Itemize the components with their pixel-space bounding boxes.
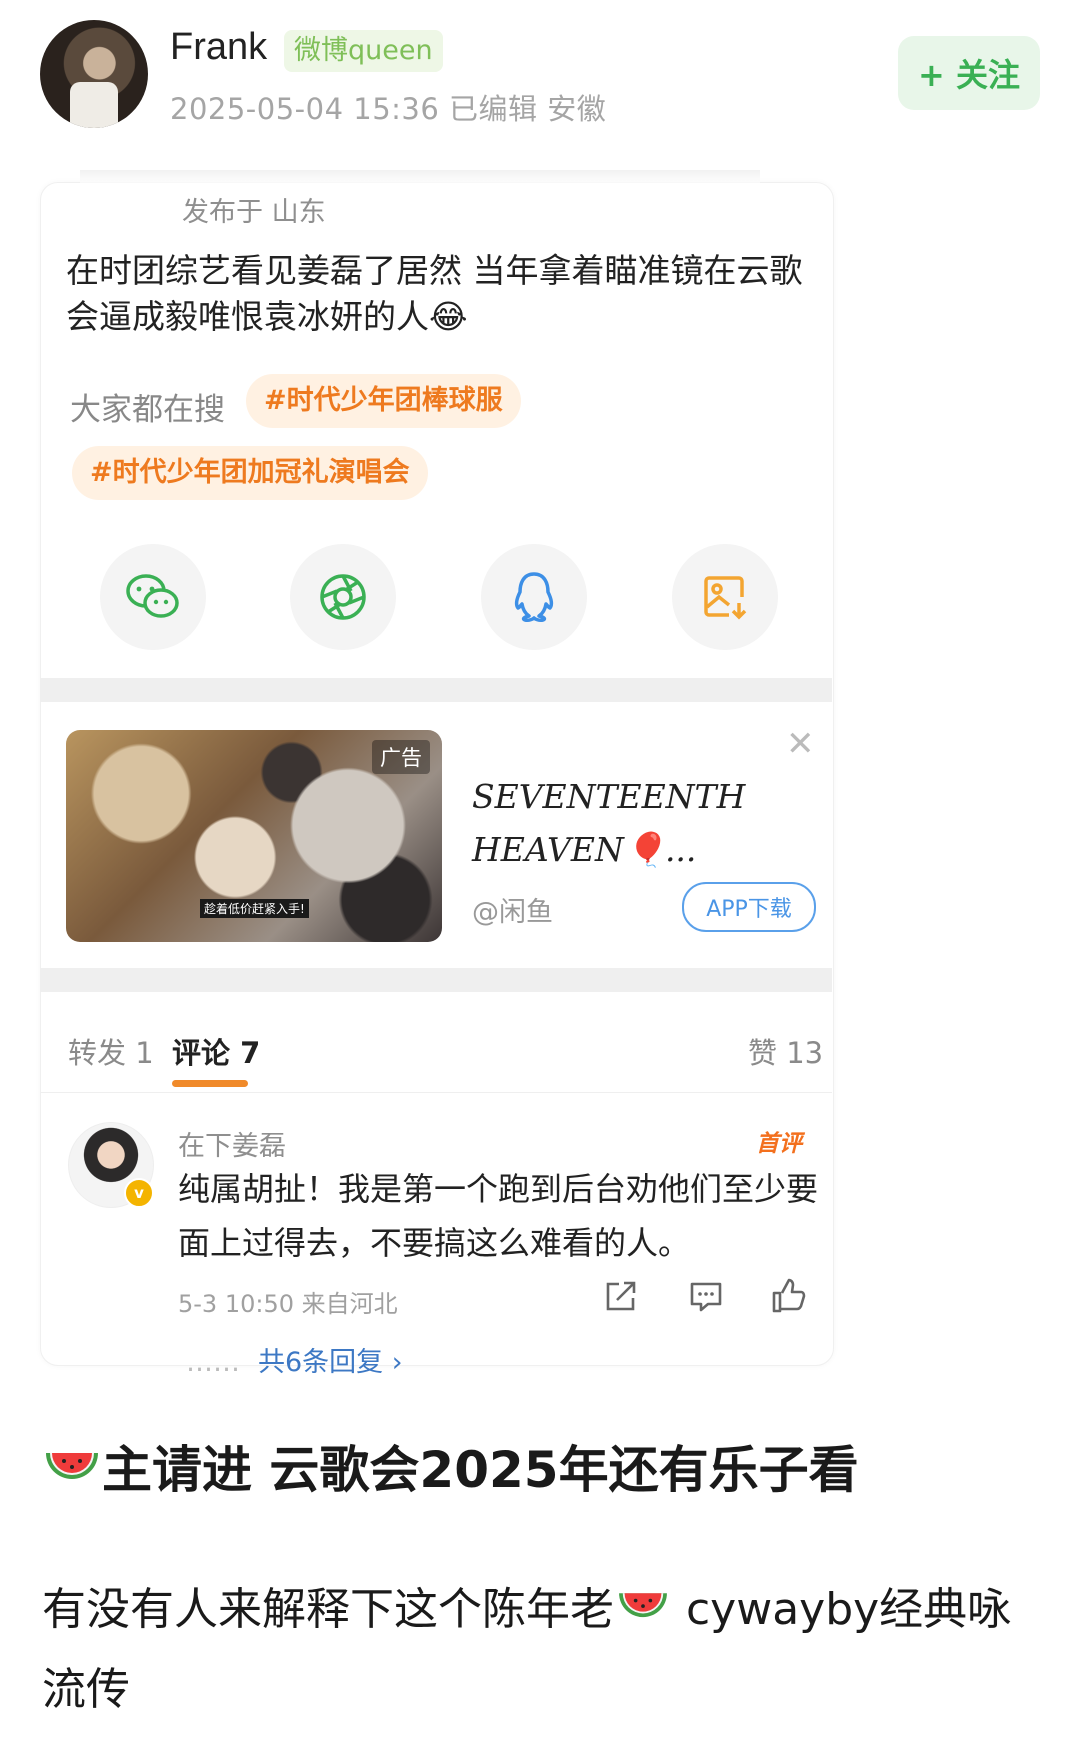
ad-title[interactable]: SEVENTEENTH HEAVEN🎈... (472, 770, 745, 876)
trending-search-label: 大家都在搜 (70, 392, 225, 428)
tab-comments[interactable]: 评论 7 (172, 1030, 260, 1072)
author-avatar[interactable] (40, 20, 148, 128)
moments-icon (320, 574, 366, 620)
trending-tag[interactable]: #时代少年团加冠礼演唱会 (72, 446, 428, 500)
ad-image-caption: 趁着低价赶紧入手! (200, 899, 309, 918)
author-name[interactable]: Frank (170, 26, 267, 69)
post-meta: 2025-05-04 15:36 已编辑 安徽 (170, 92, 607, 126)
card-top-fade (80, 170, 760, 184)
watermelon-icon (46, 1453, 98, 1479)
like-icon[interactable] (768, 1276, 808, 1316)
wechat-icon (126, 574, 179, 618)
follow-button[interactable]: + 关注 (898, 36, 1040, 110)
share-moments-button[interactable] (290, 544, 396, 650)
trending-tag[interactable]: #时代少年团棒球服 (246, 374, 521, 428)
ad-image[interactable]: 广告 趁着低价赶紧入手! (66, 730, 442, 942)
ad-title-line1: SEVENTEENTH (472, 777, 746, 816)
user-badge: 微博queen (284, 30, 443, 72)
comment-text: 纯属胡扯！我是第一个跑到后台劝他们至少要面上过得去，不要搞这么难看的人。 (178, 1170, 819, 1262)
body-text-part1: 有没有人来解释下这个陈年老 (42, 1584, 614, 1635)
share-wechat-button[interactable] (100, 544, 206, 650)
section-divider (40, 968, 832, 992)
posted-location: 发布于 山东 (182, 197, 326, 228)
post-body-text: 有没有人来解释下这个陈年老 cywayby经典咏流传 (42, 1570, 1032, 1730)
share-qq-button[interactable] (481, 544, 587, 650)
tab-repost[interactable]: 转发 1 (68, 1030, 154, 1072)
headline-text: 主请进 云歌会2025年还有乐子看 (102, 1441, 859, 1499)
comment-time: 5-3 10:50 来自河北 (178, 1290, 398, 1318)
first-comment-badge: 首评 (756, 1131, 802, 1157)
watermelon-icon (619, 1593, 667, 1618)
comment-icon[interactable] (686, 1276, 726, 1316)
tab-likes[interactable]: 赞 13 (748, 1030, 823, 1072)
verified-badge-icon: v (124, 1178, 154, 1208)
save-image-icon (704, 576, 747, 620)
post-text: 在时团综艺看见姜磊了居然 当年拿着瞄准镜在云歌会逼成毅唯恨袁冰妍的人😂 (66, 251, 803, 336)
commenter-name[interactable]: 在下姜磊 (178, 1124, 286, 1163)
tab-divider (40, 1092, 832, 1093)
ad-source: @闲鱼 (472, 897, 553, 928)
share-icon[interactable] (601, 1276, 641, 1316)
section-divider (40, 678, 832, 702)
post-headline: 主请进 云歌会2025年还有乐子看 (42, 1430, 859, 1502)
close-icon[interactable]: ✕ (786, 724, 815, 764)
view-replies-link[interactable]: …… 共6条回复 › (186, 1340, 403, 1379)
ad-title-line2: HEAVEN🎈... (472, 830, 697, 869)
replies-count: 共6条回复 › (258, 1347, 403, 1378)
ad-label: 广告 (372, 740, 430, 774)
qq-icon (514, 572, 554, 622)
active-tab-indicator (172, 1080, 248, 1087)
replies-dots: …… (186, 1347, 240, 1378)
save-image-button[interactable] (672, 544, 778, 650)
app-download-button[interactable]: APP下载 (682, 882, 816, 932)
